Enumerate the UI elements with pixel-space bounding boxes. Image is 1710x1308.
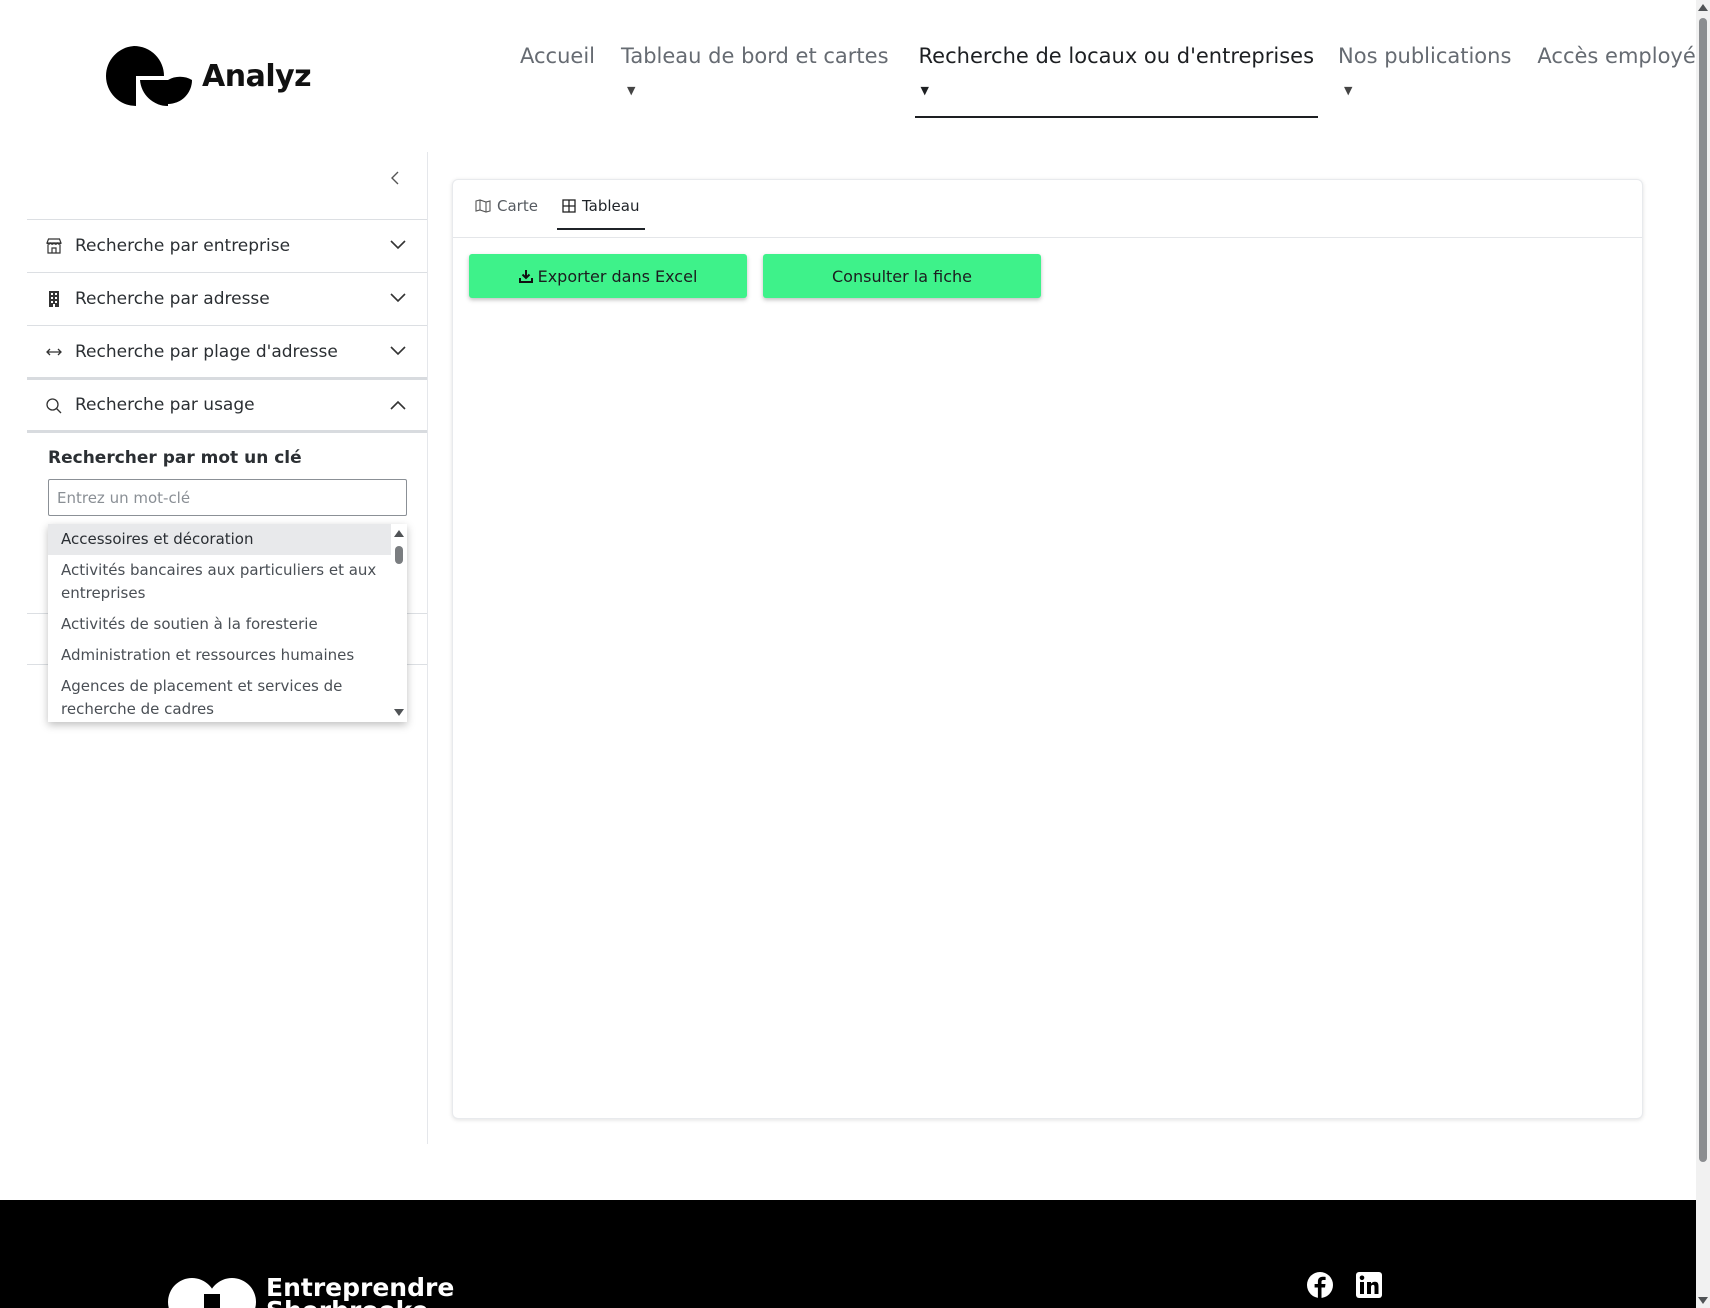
tab-tableau[interactable]: Tableau [557, 197, 645, 230]
chevron-down-icon [390, 346, 406, 356]
footer-brand-line: Sherbrooke [266, 1298, 454, 1308]
accordion-label: Recherche par plage d'adresse [75, 341, 338, 362]
brand-logo[interactable]: Analyz [106, 46, 312, 106]
suggestion-option[interactable]: Agences de placement et services de rech… [48, 671, 391, 722]
tab-label: Tableau [582, 197, 640, 215]
accordion-recherche-usage[interactable]: Recherche par usage [27, 377, 427, 433]
scroll-up-arrow-icon[interactable] [1698, 4, 1708, 11]
map-icon [475, 199, 491, 213]
scroll-up-arrow-icon[interactable] [394, 530, 404, 537]
search-sidebar: Recherche par entreprise Recherche par a… [0, 152, 428, 1144]
keyword-suggestions-dropdown: Accessoires et décoration Activités banc… [48, 524, 407, 722]
footer-brand-logo[interactable]: Entreprendre Sherbrooke [168, 1274, 454, 1308]
caret-down-icon: ▼ [1344, 84, 1353, 97]
nav-item-accueil[interactable]: Accueil [520, 44, 595, 118]
nav-item-label: Recherche de locaux ou d'entreprises [918, 44, 1315, 68]
button-label: Consulter la fiche [832, 266, 972, 286]
store-icon [46, 238, 62, 254]
accordion-label: Recherche par adresse [75, 288, 270, 309]
suggestion-option[interactable]: Administration et ressources humaines [48, 640, 391, 671]
search-icon [46, 398, 62, 414]
accordion-recherche-plage-adresse[interactable]: Recherche par plage d'adresse [27, 325, 427, 377]
keyword-label: Rechercher par mot un clé [48, 448, 302, 468]
table-icon [562, 199, 576, 213]
chevron-down-icon [390, 293, 406, 303]
consult-fiche-button[interactable]: Consulter la fiche [763, 254, 1041, 298]
results-panel: Carte Tableau Exporter dans Excel Consul… [452, 179, 1643, 1119]
caret-down-icon: ▼ [920, 84, 929, 97]
view-tabs: Carte Tableau [453, 180, 1642, 238]
nav-item-label: Nos publications [1338, 44, 1512, 68]
tab-carte[interactable]: Carte [475, 197, 538, 230]
nav-item-acces-employe[interactable]: Accès employé [1537, 44, 1695, 118]
facebook-icon[interactable] [1307, 1272, 1333, 1298]
collapse-sidebar-button[interactable] [384, 166, 408, 190]
scrollbar-thumb[interactable] [1699, 18, 1707, 1162]
chevron-down-icon [390, 240, 406, 250]
caret-down-icon: ▼ [627, 84, 636, 97]
nav-item-label: Accès employé [1537, 44, 1696, 68]
brand-name: Analyz [202, 58, 312, 94]
nav-item-label: Tableau de bord et cartes [621, 44, 889, 68]
range-arrows-icon [46, 348, 62, 356]
main-nav: Accueil Tableau de bord et cartes ▼ Rech… [520, 44, 1696, 118]
suggestion-option[interactable]: Activités de soutien à la foresterie [48, 609, 391, 640]
accordion-label: Recherche par usage [75, 395, 255, 415]
accordion-recherche-adresse[interactable]: Recherche par adresse [27, 272, 427, 324]
linkedin-icon[interactable] [1356, 1272, 1382, 1298]
nav-item-recherche[interactable]: Recherche de locaux ou d'entreprises ▼ [914, 44, 1319, 118]
button-label: Exporter dans Excel [537, 266, 698, 286]
suggestion-option[interactable]: Accessoires et décoration [48, 524, 391, 555]
building-icon [49, 291, 59, 307]
suggestion-option[interactable]: Activités bancaires aux particuliers et … [48, 555, 391, 609]
chevron-up-icon [390, 400, 406, 410]
keyword-search-input[interactable] [48, 479, 407, 516]
tab-label: Carte [497, 197, 538, 215]
footer-brand-name: Entreprendre Sherbrooke [266, 1275, 454, 1308]
scroll-down-arrow-icon[interactable] [1698, 1297, 1708, 1304]
scrollbar-thumb[interactable] [395, 546, 403, 564]
nav-item-tableau-de-bord[interactable]: Tableau de bord et cartes ▼ [621, 44, 889, 118]
entreprendre-sherbrooke-logo-icon [168, 1278, 256, 1308]
scroll-down-arrow-icon[interactable] [394, 709, 404, 716]
suggestions-scrollbar[interactable] [391, 524, 407, 722]
accordion-recherche-entreprise[interactable]: Recherche par entreprise [27, 219, 427, 271]
nav-item-publications[interactable]: Nos publications ▼ [1338, 44, 1511, 118]
page-scrollbar[interactable] [1696, 0, 1710, 1308]
site-footer: Entreprendre Sherbrooke [0, 1200, 1696, 1308]
site-header: Analyz Accueil Tableau de bord et cartes… [0, 0, 1696, 130]
analyz-logo-icon [106, 46, 192, 106]
download-icon [518, 270, 533, 283]
accordion-label: Recherche par entreprise [75, 235, 291, 256]
suggestions-list: Accessoires et décoration Activités banc… [48, 524, 391, 722]
chevron-left-icon [391, 171, 399, 185]
export-excel-button[interactable]: Exporter dans Excel [469, 254, 747, 298]
nav-item-label: Accueil [520, 44, 595, 68]
